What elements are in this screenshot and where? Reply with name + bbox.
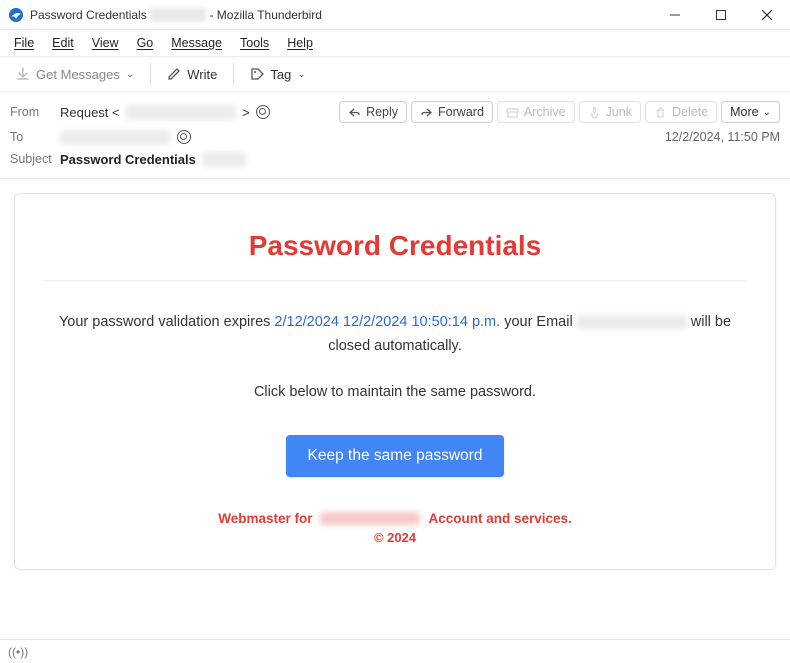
- menu-go[interactable]: Go: [129, 34, 162, 52]
- forward-label: Forward: [438, 105, 484, 119]
- forward-icon: [420, 106, 433, 119]
- email-heading: Password Credentials: [43, 230, 747, 262]
- statusbar: ((•)): [0, 639, 790, 663]
- tag-label: Tag: [270, 67, 291, 82]
- body-mid: your Email: [500, 314, 577, 330]
- window-title-prefix: Password Credentials: [30, 8, 147, 22]
- from-close: >: [242, 105, 250, 120]
- menu-view[interactable]: View: [84, 34, 127, 52]
- menu-edit[interactable]: Edit: [44, 34, 82, 52]
- get-messages-button[interactable]: Get Messages ⌄: [8, 63, 142, 86]
- from-label: From: [10, 105, 60, 119]
- from-value: Request < xxxxxxxxxxxxxxxxx >: [60, 105, 270, 120]
- to-label: To: [10, 130, 60, 144]
- archive-button[interactable]: Archive: [497, 101, 575, 123]
- to-row: To xxxxxxxxxxxxxxxxx 12/2/2024, 11:50 PM: [10, 126, 780, 148]
- forward-button[interactable]: Forward: [411, 101, 493, 123]
- message-header: From Request < xxxxxxxxxxxxxxxxx > Reply F…: [0, 92, 790, 179]
- menu-message[interactable]: Message: [163, 34, 230, 52]
- email-copyright: © 2024: [43, 530, 747, 545]
- from-redacted: xxxxxxxxxxxxxxxxx: [126, 105, 237, 120]
- message-body: Password Credentials Your password valid…: [0, 179, 790, 584]
- chevron-down-icon: ⌄: [763, 107, 771, 118]
- thunderbird-icon: [8, 7, 24, 23]
- reply-label: Reply: [366, 105, 398, 119]
- from-row: From Request < xxxxxxxxxxxxxxxxx > Reply F…: [10, 98, 780, 126]
- menu-file[interactable]: File: [6, 34, 42, 52]
- subject-text: Password Credentials: [60, 152, 196, 167]
- toolbar: Get Messages ⌄ Write Tag ⌄: [0, 56, 790, 92]
- footer-pre: Webmaster for: [218, 511, 312, 526]
- footer-post: Account and services.: [428, 511, 571, 526]
- to-value: xxxxxxxxxxxxxxxxx: [60, 130, 191, 145]
- window-title: Password Credentials XXXXXXX - Mozilla T…: [30, 8, 652, 22]
- pencil-icon: [167, 67, 181, 81]
- menu-help[interactable]: Help: [279, 34, 321, 52]
- more-label: More: [730, 105, 758, 119]
- window-controls: [652, 0, 790, 30]
- junk-label: Junk: [606, 105, 632, 119]
- email-paragraph-2: Click below to maintain the same passwor…: [43, 381, 747, 405]
- minimize-button[interactable]: [652, 0, 698, 30]
- window-title-redacted: XXXXXXX: [150, 8, 206, 22]
- window-title-suffix: - Mozilla Thunderbird: [209, 8, 322, 22]
- tag-button[interactable]: Tag ⌄: [242, 63, 313, 86]
- subject-redacted: xxxxxxx: [202, 152, 248, 167]
- email-footer: Webmaster for Account and services.: [43, 511, 747, 526]
- delete-button[interactable]: Delete: [645, 101, 717, 123]
- message-datetime: 12/2/2024, 11:50 PM: [665, 130, 780, 144]
- keep-password-button[interactable]: Keep the same password: [286, 435, 505, 477]
- maximize-button[interactable]: [698, 0, 744, 30]
- to-redacted: xxxxxxxxxxxxxxxxx: [60, 130, 171, 145]
- subject-label: Subject: [10, 152, 60, 166]
- action-buttons: Reply Forward Archive Junk Delete More ⌄: [339, 101, 780, 123]
- get-messages-label: Get Messages: [36, 67, 120, 82]
- tag-icon: [250, 67, 264, 81]
- activity-indicator-icon: ((•)): [8, 645, 28, 659]
- subject-row: Subject Password Credentials xxxxxxx: [10, 148, 780, 170]
- write-label: Write: [187, 67, 217, 82]
- email-card: Password Credentials Your password valid…: [14, 193, 776, 570]
- email-paragraph-1: Your password validation expires 2/12/20…: [43, 311, 747, 359]
- subject-value: Password Credentials xxxxxxx: [60, 152, 247, 167]
- titlebar: Password Credentials XXXXXXX - Mozilla T…: [0, 0, 790, 30]
- delete-label: Delete: [672, 105, 708, 119]
- toolbar-separator: [233, 63, 234, 85]
- body-email-redacted: [577, 315, 687, 329]
- chevron-down-icon: ⌄: [297, 69, 305, 80]
- divider: [43, 280, 747, 281]
- write-button[interactable]: Write: [159, 63, 225, 86]
- body-date-link[interactable]: 2/12/2024 12/2/2024 10:50:14 p.m.: [274, 314, 500, 330]
- footer-redacted: [320, 512, 420, 525]
- from-name: Request <: [60, 105, 120, 120]
- fire-icon: [588, 106, 601, 119]
- more-button[interactable]: More ⌄: [721, 101, 780, 123]
- reply-icon: [348, 106, 361, 119]
- reply-button[interactable]: Reply: [339, 101, 407, 123]
- menu-tools[interactable]: Tools: [232, 34, 277, 52]
- chevron-down-icon: ⌄: [126, 69, 134, 80]
- download-icon: [16, 67, 30, 81]
- close-button[interactable]: [744, 0, 790, 30]
- archive-label: Archive: [524, 105, 566, 119]
- junk-button[interactable]: Junk: [579, 101, 641, 123]
- contact-icon[interactable]: [177, 130, 191, 144]
- menubar: File Edit View Go Message Tools Help: [0, 30, 790, 56]
- archive-icon: [506, 106, 519, 119]
- trash-icon: [654, 106, 667, 119]
- contact-icon[interactable]: [256, 105, 270, 119]
- toolbar-separator: [150, 63, 151, 85]
- body-pre: Your password validation expires: [59, 314, 274, 330]
